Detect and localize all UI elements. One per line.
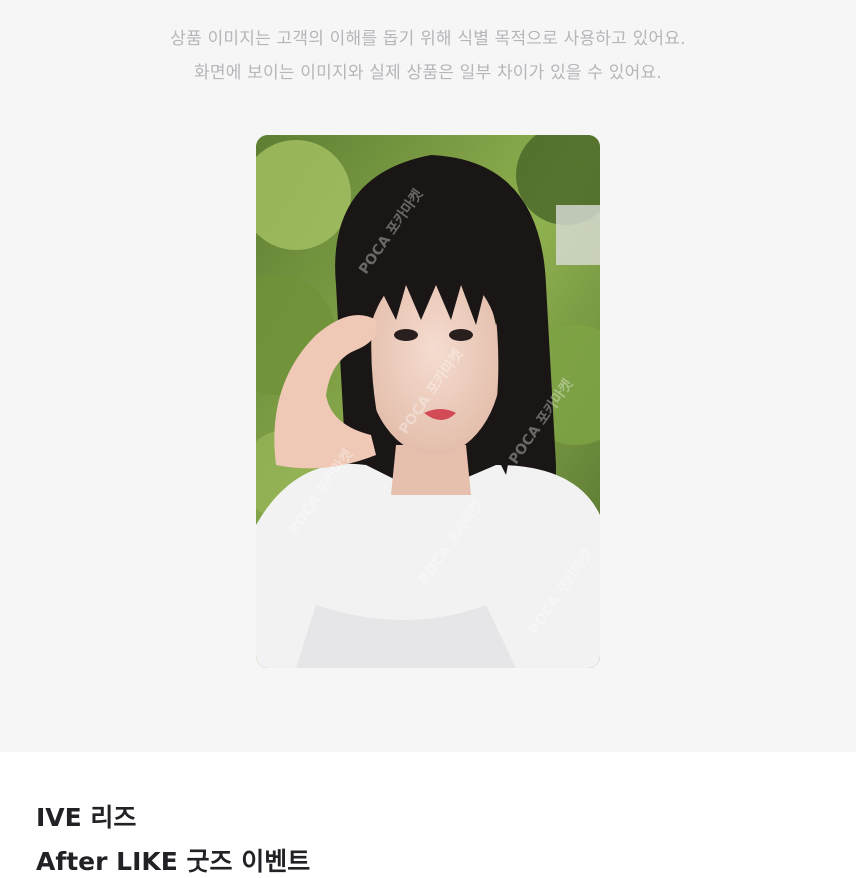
image-notice-line-1: 상품 이미지는 고객의 이해를 돕기 위해 식별 목적으로 사용하고 있어요. <box>170 29 686 49</box>
product-image-preview-area: 상품 이미지는 고객의 이해를 돕기 위해 식별 목적으로 사용하고 있어요. … <box>0 0 856 752</box>
product-title: IVE 리즈 <box>36 803 137 832</box>
photocard-illustration: POCA 포카마켓 POCA 포카마켓 POCA 포카마켓 POCA 포카마켓 … <box>256 135 600 668</box>
image-notice-line-2: 화면에 보이는 이미지와 실제 상품은 일부 차이가 있을 수 있어요. <box>194 63 662 83</box>
product-subtitle: After LIKE 굿즈 이벤트 <box>36 847 311 876</box>
product-photocard-image[interactable]: POCA 포카마켓 POCA 포카마켓 POCA 포카마켓 POCA 포카마켓 … <box>256 135 600 668</box>
